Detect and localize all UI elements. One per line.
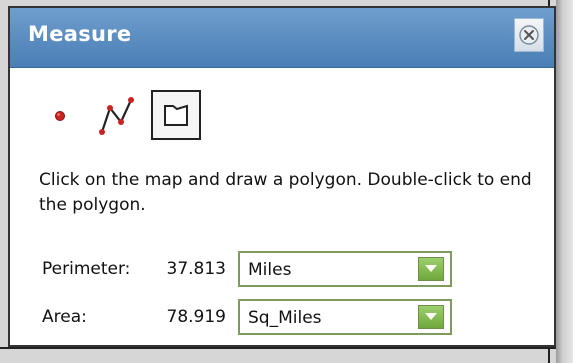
area-unit-value: Sq_Miles	[248, 308, 322, 328]
panel-title: Measure	[28, 22, 132, 46]
map-edge-shadow	[556, 0, 573, 363]
area-label: Area:	[42, 307, 87, 327]
chevron-down-icon	[425, 265, 437, 272]
panel-titlebar[interactable]: Measure	[10, 8, 554, 68]
area-tool-button[interactable]	[151, 90, 201, 140]
dropdown-arrow-button[interactable]	[418, 305, 444, 329]
instructions-text: Click on the map and draw a polygon. Dou…	[39, 170, 532, 215]
area-value: 78.919	[166, 307, 226, 327]
perimeter-value: 37.813	[166, 259, 226, 279]
measure-panel: Measure Click on the map and draw a poly…	[8, 6, 556, 347]
distance-tool-button[interactable]	[97, 94, 137, 138]
point-icon	[55, 111, 65, 121]
polyline-icon	[99, 97, 134, 135]
map-border-line	[0, 347, 573, 349]
close-circle-x-icon	[519, 25, 539, 45]
dropdown-arrow-button[interactable]	[418, 257, 444, 281]
point-tool-button[interactable]	[52, 108, 68, 124]
perimeter-unit-select[interactable]: Miles	[238, 251, 452, 287]
close-button[interactable]	[514, 18, 544, 52]
perimeter-unit-value: Miles	[248, 260, 292, 280]
perimeter-label: Perimeter:	[42, 259, 131, 279]
polygon-icon	[164, 104, 188, 126]
area-unit-select[interactable]: Sq_Miles	[238, 299, 452, 335]
chevron-down-icon	[425, 313, 437, 320]
